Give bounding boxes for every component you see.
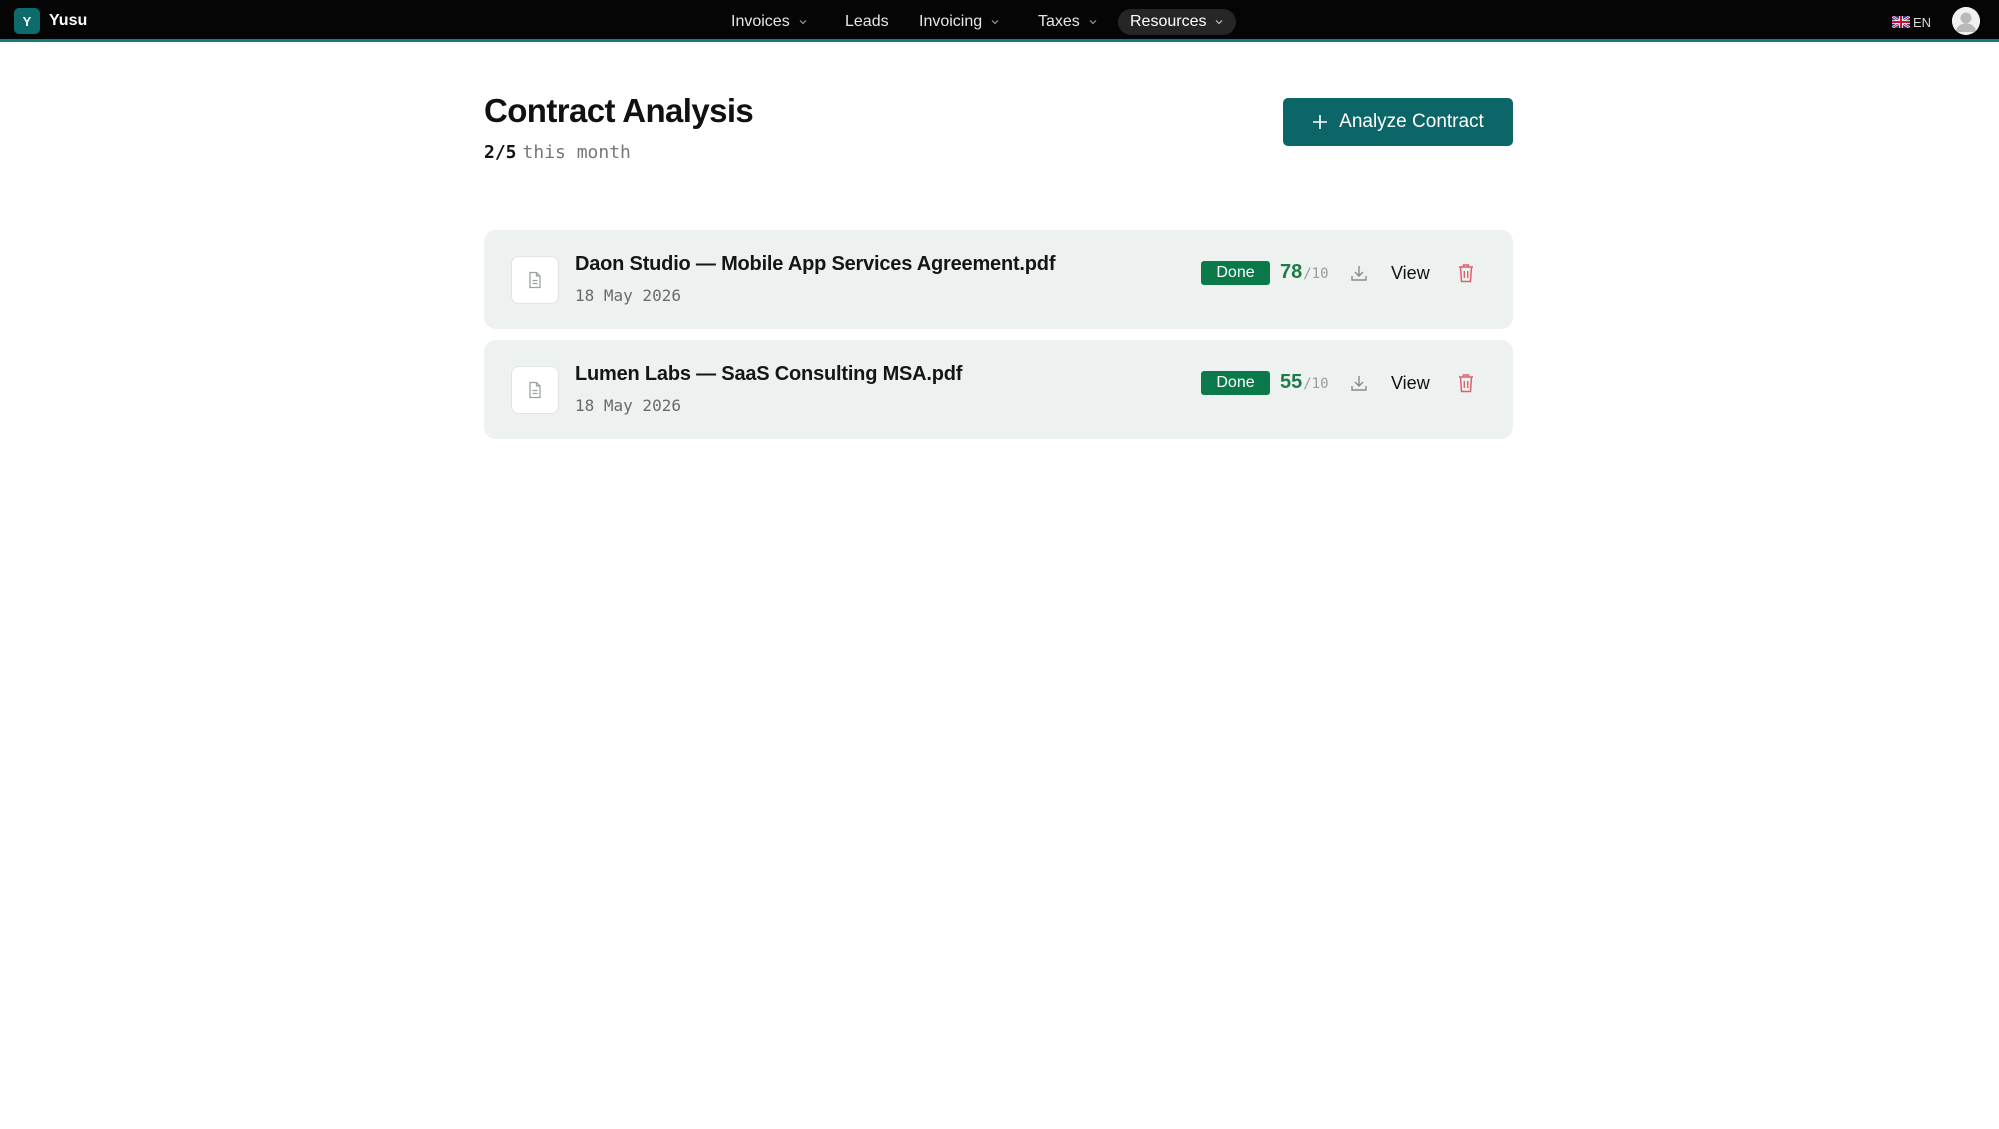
usage-period: this month [522,142,631,163]
uk-flag-icon [1892,16,1910,28]
language-label: EN [1913,14,1932,30]
chevron-down-icon [799,20,807,25]
contract-score: 55/10 [1280,371,1329,395]
contract-date: 18 May 2026 [575,286,681,305]
download-icon[interactable] [1349,263,1369,283]
score-value: 78 [1280,261,1303,283]
nav-item-leads[interactable]: Leads [845,9,889,35]
status-badge: Done [1201,261,1270,285]
user-avatar[interactable] [1952,7,1980,35]
analyze-contract-label: Analyze Contract [1339,111,1484,132]
nav-item-label: Taxes [1038,13,1080,30]
chevron-down-icon [991,20,999,25]
main-nav: Invoices Leads Invoicing Taxes Resources [0,9,1999,35]
nav-item-label: Resources [1130,13,1207,30]
usage-counter: 2/5 this month [484,142,631,163]
view-button[interactable]: View [1391,371,1430,395]
language-switcher[interactable]: EN [1892,12,1931,32]
nav-item-invoicing[interactable]: Invoicing [919,9,1000,35]
score-value: 55 [1280,371,1303,393]
trash-icon[interactable] [1456,262,1476,284]
nav-item-invoices[interactable]: Invoices [731,9,808,35]
page-title: Contract Analysis [484,92,754,129]
contract-file-name[interactable]: Daon Studio — Mobile App Services Agreem… [575,253,1055,276]
chevron-down-icon [1089,20,1097,25]
contract-row[interactable]: Lumen Labs — SaaS Consulting MSA.pdf 18 … [484,340,1513,439]
score-max: /10 [1303,266,1329,282]
status-badge: Done [1201,371,1270,395]
nav-item-label: Leads [845,13,889,30]
download-icon[interactable] [1349,373,1369,393]
score-max: /10 [1303,376,1329,392]
trash-icon[interactable] [1456,372,1476,394]
nav-item-label: Invoices [731,13,790,30]
top-navbar: Y Yusu Invoices Leads Invoicing Taxes Re… [0,0,1999,42]
plus-icon [1313,115,1328,129]
nav-item-taxes[interactable]: Taxes [1038,9,1098,35]
contract-score: 78/10 [1280,261,1329,285]
document-icon [511,366,559,414]
contract-file-name[interactable]: Lumen Labs — SaaS Consulting MSA.pdf [575,363,962,386]
nav-item-resources[interactable]: Resources [1118,9,1237,35]
view-button[interactable]: View [1391,261,1430,285]
contract-date: 18 May 2026 [575,396,681,415]
analyze-contract-button[interactable]: Analyze Contract [1283,98,1513,146]
document-icon [511,256,559,304]
user-icon [1952,7,1980,35]
chevron-down-icon [1216,20,1223,25]
nav-item-label: Invoicing [919,13,983,30]
contract-row[interactable]: Daon Studio — Mobile App Services Agreem… [484,230,1513,329]
usage-count: 2/5 [484,142,517,163]
